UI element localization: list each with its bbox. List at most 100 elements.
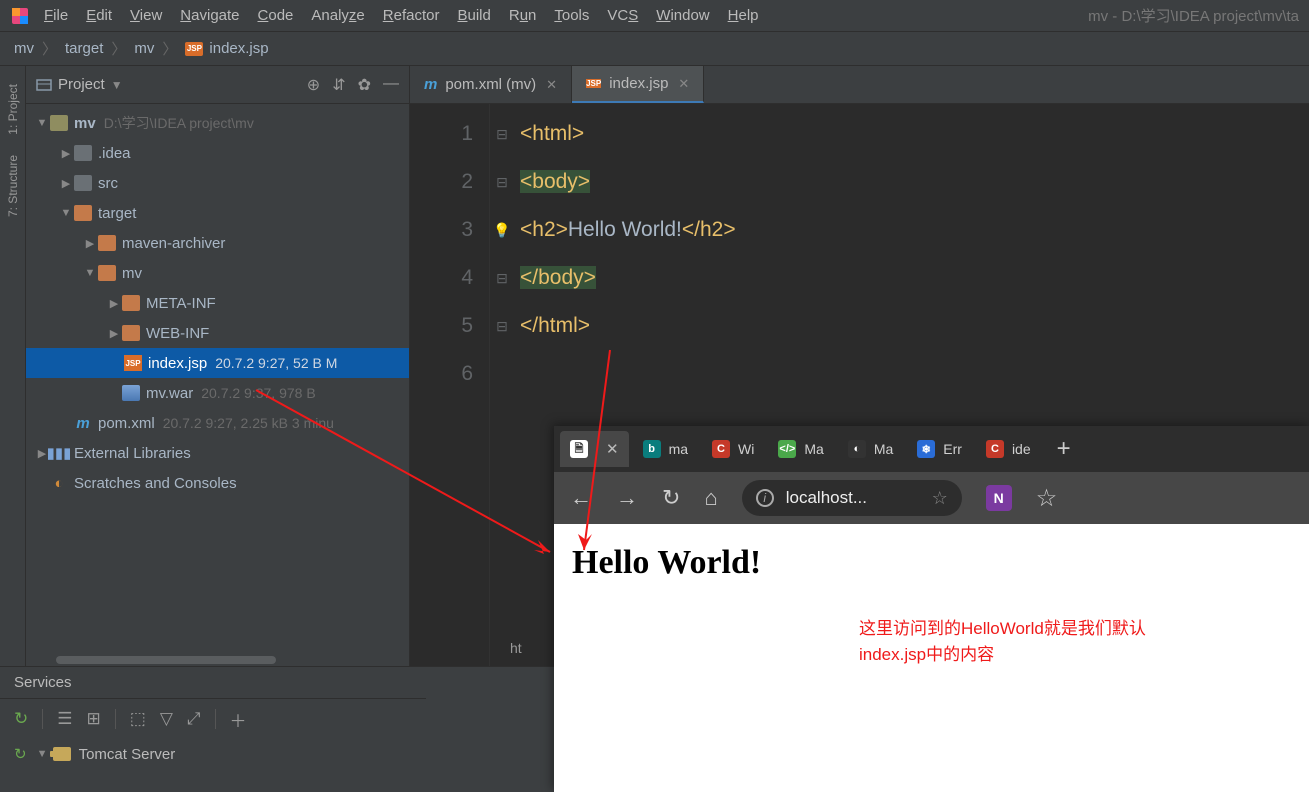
tree-pom[interactable]: mpom.xml20.7.2 9:27, 2.25 kB 3 minu (26, 408, 409, 438)
annotation-text: 这里访问到的HelloWorld就是我们默认 index.jsp中的内容 (859, 616, 1146, 668)
fold-gutter[interactable]: ⊟⊟💡⊟⊟ (490, 104, 514, 666)
browser-tab[interactable]: ❄Err (907, 431, 972, 467)
crumb-target[interactable]: target (65, 40, 103, 57)
tree-src[interactable]: ▶src (26, 168, 409, 198)
info-icon[interactable]: i (756, 489, 774, 507)
editor-breadcrumb[interactable]: ht (510, 640, 522, 666)
view-list-icon[interactable]: ☰ (57, 709, 72, 729)
browser-tab[interactable]: ◐Ma (838, 431, 903, 467)
menu-refactor[interactable]: Refactor (383, 7, 440, 24)
folder-icon (74, 145, 92, 161)
editor-tabs: mpom.xml (mv)✕ JSPindex.jsp✕ (410, 66, 1309, 104)
tree-index-jsp[interactable]: JSPindex.jsp20.7.2 9:27, 52 B M (26, 348, 409, 378)
tree-web-inf[interactable]: ▶WEB-INF (26, 318, 409, 348)
jsp-icon: JSP (185, 42, 203, 56)
service-tomcat[interactable]: ↻ ▼ Tomcat Server (0, 739, 426, 769)
project-panel-header: Project ▼ ⊕ ⇵ ✿ — (26, 66, 409, 104)
menu-tools[interactable]: Tools (554, 7, 589, 24)
url-bar[interactable]: i localhost... ☆ (742, 480, 962, 516)
refresh-icon[interactable]: ↻ (662, 485, 680, 511)
browser-navbar: ← → ↻ ⌂ i localhost... ☆ N ☆ (554, 472, 1309, 524)
rerun-small-icon[interactable]: ↻ (14, 745, 27, 763)
browser-tab-active[interactable]: 🗎 ✕ (560, 431, 629, 467)
tomcat-icon (53, 747, 71, 761)
jsp-icon: JSP (586, 79, 601, 88)
close-icon[interactable]: ✕ (546, 77, 557, 93)
jsp-icon: JSP (124, 355, 142, 371)
view-tree-icon[interactable]: ⊞ (87, 709, 101, 729)
expand-icon[interactable]: ⤢ (187, 709, 201, 729)
tree-ext-lib[interactable]: ▶▮▮▮External Libraries (26, 438, 409, 468)
tool-tab-structure[interactable]: 7: Structure (6, 155, 20, 217)
menu-window[interactable]: Window (656, 7, 709, 24)
home-icon[interactable]: ⌂ (704, 485, 717, 511)
site-icon: C (712, 440, 730, 458)
editor-tab-index[interactable]: JSPindex.jsp✕ (572, 66, 704, 103)
tree-target[interactable]: ▼target (26, 198, 409, 228)
menu-run[interactable]: Run (509, 7, 537, 24)
folder-icon (74, 205, 92, 221)
crumb-root[interactable]: mv (14, 40, 34, 57)
project-panel-title: Project (58, 76, 105, 93)
editor-tab-pom[interactable]: mpom.xml (mv)✕ (410, 66, 572, 103)
back-icon[interactable]: ← (570, 485, 592, 511)
folder-icon (122, 325, 140, 341)
browser-tab[interactable]: bma (633, 431, 698, 467)
bing-icon: b (643, 440, 661, 458)
menu-build[interactable]: Build (457, 7, 490, 24)
app-logo-icon (10, 6, 30, 26)
tool-tab-project[interactable]: 1: Project (6, 84, 20, 135)
menu-view[interactable]: View (130, 7, 162, 24)
project-scrollbar[interactable] (26, 654, 409, 666)
tree-mv-war[interactable]: mv.war20.7.2 9:37, 978 B (26, 378, 409, 408)
maven-icon: m (424, 76, 437, 93)
crumb-file[interactable]: index.jsp (209, 40, 268, 57)
services-title: Services (0, 667, 426, 699)
chevron-right-icon: 〉 (111, 38, 126, 59)
folder-icon (98, 235, 116, 251)
settings-icon[interactable]: ✿ (358, 75, 371, 95)
menu-code[interactable]: Code (258, 7, 294, 24)
tree-root[interactable]: ▼mvD:\学习\IDEA project\mv (26, 108, 409, 138)
forward-icon[interactable]: → (616, 485, 638, 511)
rerun-icon[interactable]: ↻ (14, 709, 28, 729)
module-icon (50, 115, 68, 131)
project-tree: ▼mvD:\学习\IDEA project\mv ▶.idea ▶src ▼ta… (26, 104, 409, 650)
group-icon[interactable]: ⬚ (130, 709, 146, 729)
bookmark-icon[interactable]: ☆ (932, 488, 948, 509)
chevron-right-icon: 〉 (162, 38, 177, 59)
close-icon[interactable]: ✕ (606, 440, 619, 458)
filter-icon[interactable]: ▽ (160, 709, 173, 729)
collapse-icon[interactable]: ⇵ (332, 75, 345, 95)
favorites-icon[interactable]: ☆ (1036, 484, 1058, 513)
left-tool-strip: 1: Project 7: Structure (0, 66, 26, 666)
menu-navigate[interactable]: Navigate (180, 7, 239, 24)
close-icon[interactable]: ✕ (678, 76, 689, 92)
menu-edit[interactable]: Edit (86, 7, 112, 24)
crumb-mv[interactable]: mv (134, 40, 154, 57)
hide-icon[interactable]: — (383, 75, 399, 95)
project-view-icon (36, 77, 52, 93)
add-icon[interactable]: ＋ (230, 707, 247, 732)
browser-tab[interactable]: </>Ma (768, 431, 833, 467)
page-heading: Hello World! (572, 544, 1292, 582)
folder-icon (74, 175, 92, 191)
tree-maven-archiver[interactable]: ▶maven-archiver (26, 228, 409, 258)
new-tab-button[interactable]: + (1045, 435, 1083, 463)
folder-icon (98, 265, 116, 281)
menu-file[interactable]: File (44, 7, 68, 24)
menu-help[interactable]: Help (728, 7, 759, 24)
tree-scratches[interactable]: ◐Scratches and Consoles (26, 468, 409, 498)
tree-mv[interactable]: ▼mv (26, 258, 409, 288)
browser-tab[interactable]: CWi (702, 431, 764, 467)
onenote-icon[interactable]: N (986, 485, 1012, 511)
tree-meta-inf[interactable]: ▶META-INF (26, 288, 409, 318)
menu-vcs[interactable]: VCS (607, 7, 638, 24)
chevron-down-icon[interactable]: ▼ (111, 78, 123, 92)
locate-icon[interactable]: ⊕ (307, 75, 320, 95)
folder-icon (122, 295, 140, 311)
tree-idea[interactable]: ▶.idea (26, 138, 409, 168)
browser-tab[interactable]: Cide (976, 431, 1041, 467)
menu-analyze[interactable]: Analyze (311, 7, 364, 24)
window-title: mv - D:\学习\IDEA project\mv\ta (1088, 5, 1299, 26)
